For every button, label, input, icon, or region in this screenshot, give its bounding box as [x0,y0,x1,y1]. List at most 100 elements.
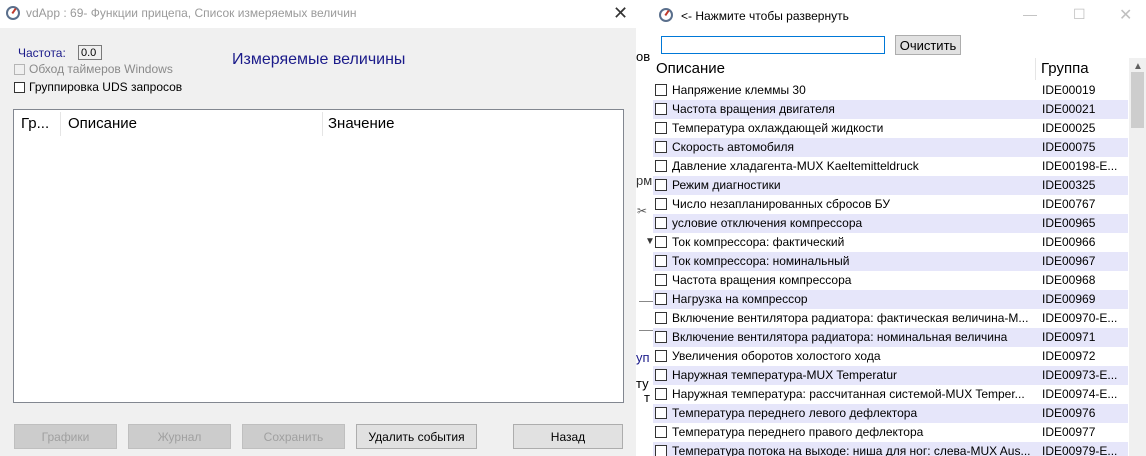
row-checkbox[interactable] [655,388,667,400]
row-description: Ток компрессора: номинальный [672,254,850,268]
search-input[interactable] [661,36,885,54]
row-checkbox[interactable] [655,445,667,456]
row-checkbox[interactable] [655,236,667,248]
scroll-up-icon[interactable]: ▲ [1133,61,1143,72]
row-checkbox[interactable] [655,217,667,229]
row-checkbox[interactable] [655,369,667,381]
list-item[interactable]: Скорость автомобиля IDE00075 [653,138,1128,157]
divider [639,330,653,331]
list-item[interactable]: Давление хладагента-MUX Kaeltemitteldruc… [653,157,1128,176]
row-group: IDE00979-E... [1042,444,1118,456]
close-icon[interactable]: ✕ [1119,5,1132,25]
row-group: IDE00970-E... [1042,311,1118,325]
row-checkbox[interactable] [655,350,667,362]
group-uds-label: Группировка UDS запросов [29,80,183,94]
column-header-description[interactable]: Описание [68,115,137,132]
row-group: IDE00969 [1042,292,1096,306]
group-uds-checkbox[interactable] [14,82,25,93]
row-checkbox[interactable] [655,179,667,191]
column-header-description[interactable]: Описание [656,60,725,77]
list-item[interactable]: Наружная температура: рассчитанная систе… [653,385,1128,404]
list-item[interactable]: Число незапланированных сбросов БУ IDE007… [653,195,1128,214]
row-group: IDE00025 [1042,121,1096,135]
row-description: Число незапланированных сбросов БУ [672,197,890,211]
row-checkbox[interactable] [655,293,667,305]
list-item[interactable]: Температура переднего левого дефлектора I… [653,404,1128,423]
list-item[interactable]: Наружная температура-MUX Temperatur IDE00… [653,366,1128,385]
row-group: IDE00976 [1042,406,1096,420]
frequency-label: Частота: [18,46,66,60]
list-item[interactable]: Температура переднего правого дефлектора… [653,423,1128,442]
scrollbar-thumb[interactable] [1131,72,1144,128]
list-item[interactable]: условие отключения компрессора IDE00965 [653,214,1128,233]
row-group: IDE00767 [1042,197,1096,211]
row-checkbox[interactable] [655,312,667,324]
list-item[interactable]: Режим диагностики IDE00325 [653,176,1128,195]
row-group: IDE00198-E... [1042,159,1118,173]
column-divider[interactable] [322,112,323,136]
row-description: Наружная температура: рассчитанная систе… [672,387,1025,401]
row-checkbox[interactable] [655,122,667,134]
list-item[interactable]: Частота вращения компрессора IDE00968 [653,271,1128,290]
app-logo-icon [659,8,673,22]
minimize-icon[interactable]: — [1023,6,1037,22]
column-header-group[interactable]: Группа [1041,60,1089,77]
column-divider[interactable] [60,112,61,136]
row-checkbox[interactable] [655,274,667,286]
list-item[interactable]: Нагрузка на компрессор IDE00969 [653,290,1128,309]
row-checkbox[interactable] [655,255,667,267]
row-checkbox[interactable] [655,103,667,115]
list-item[interactable]: Включение вентилятора радиатора: номинал… [653,328,1128,347]
measured-values-list[interactable]: Гр... Описание Значение [13,109,624,403]
measured-values-window: vdApp : 69- Функции прицепа, Список изме… [0,0,636,456]
row-checkbox[interactable] [655,84,667,96]
row-checkbox[interactable] [655,160,667,172]
list-item[interactable]: Ток компрессора: фактический IDE00966 [653,233,1128,252]
vertical-scrollbar[interactable]: ▲ [1129,58,1146,456]
row-checkbox[interactable] [655,426,667,438]
list-item[interactable]: Температура охлаждающей жидкости IDE00025 [653,119,1128,138]
row-checkbox[interactable] [655,331,667,343]
list-item[interactable]: Ток компрессора: номинальный IDE00967 [653,252,1128,271]
left-titlebar[interactable]: vdApp : 69- Функции прицепа, Список изме… [0,0,636,28]
row-description: Включение вентилятора радиатора: фактиче… [672,311,1029,325]
background-text-fragment: рм [636,173,653,188]
bypass-timers-checkbox[interactable] [14,64,25,75]
row-checkbox[interactable] [655,407,667,419]
journal-button[interactable]: Журнал [128,424,231,449]
list-item[interactable]: Включение вентилятора радиатора: фактиче… [653,309,1128,328]
background-text-fragment: ту [636,376,649,391]
row-group: IDE00971 [1042,330,1096,344]
row-description: Включение вентилятора радиатора: номинал… [672,330,1008,344]
row-description: Температура охлаждающей жидкости [672,121,884,135]
back-button[interactable]: Назад [513,424,623,449]
background-text-fragment: т [644,390,650,405]
list-item[interactable]: Напряжение клеммы 30 IDE00019 [653,81,1128,100]
column-header-value[interactable]: Значение [328,115,395,132]
row-group: IDE00075 [1042,140,1096,154]
column-divider[interactable] [1035,58,1036,80]
list-item[interactable]: Температура потока на выходе: ниша для н… [653,442,1128,456]
row-checkbox[interactable] [655,141,667,153]
row-group: IDE00021 [1042,102,1096,116]
graphs-button[interactable]: Графики [14,424,117,449]
column-header-group[interactable]: Гр... [21,115,49,132]
row-description: Скорость автомобиля [672,140,794,154]
close-icon[interactable]: ✕ [613,4,628,22]
background-text-fragment: уп [636,350,650,365]
row-group: IDE00019 [1042,83,1096,97]
measurement-picker-window: <- Нажмите чтобы развернуть — ☐ ✕ Очисти… [653,0,1146,456]
right-window-title[interactable]: <- Нажмите чтобы развернуть [681,9,849,23]
row-group: IDE00973-E... [1042,368,1118,382]
maximize-icon[interactable]: ☐ [1073,6,1086,23]
delete-events-button[interactable]: Удалить события [356,424,477,449]
measurement-list[interactable]: Напряжение клеммы 30 IDE00019 Частота вращ… [653,81,1128,456]
save-button[interactable]: Сохранить [242,424,345,449]
row-description: условие отключения компрессора [672,216,863,230]
list-item[interactable]: Увеличения оборотов холостого хода IDE009… [653,347,1128,366]
right-titlebar[interactable]: <- Нажмите чтобы развернуть — ☐ ✕ [653,0,1146,32]
row-group: IDE00965 [1042,216,1096,230]
row-checkbox[interactable] [655,198,667,210]
list-item[interactable]: Частота вращения двигателя IDE00021 [653,100,1128,119]
clear-button[interactable]: Очистить [895,35,961,55]
